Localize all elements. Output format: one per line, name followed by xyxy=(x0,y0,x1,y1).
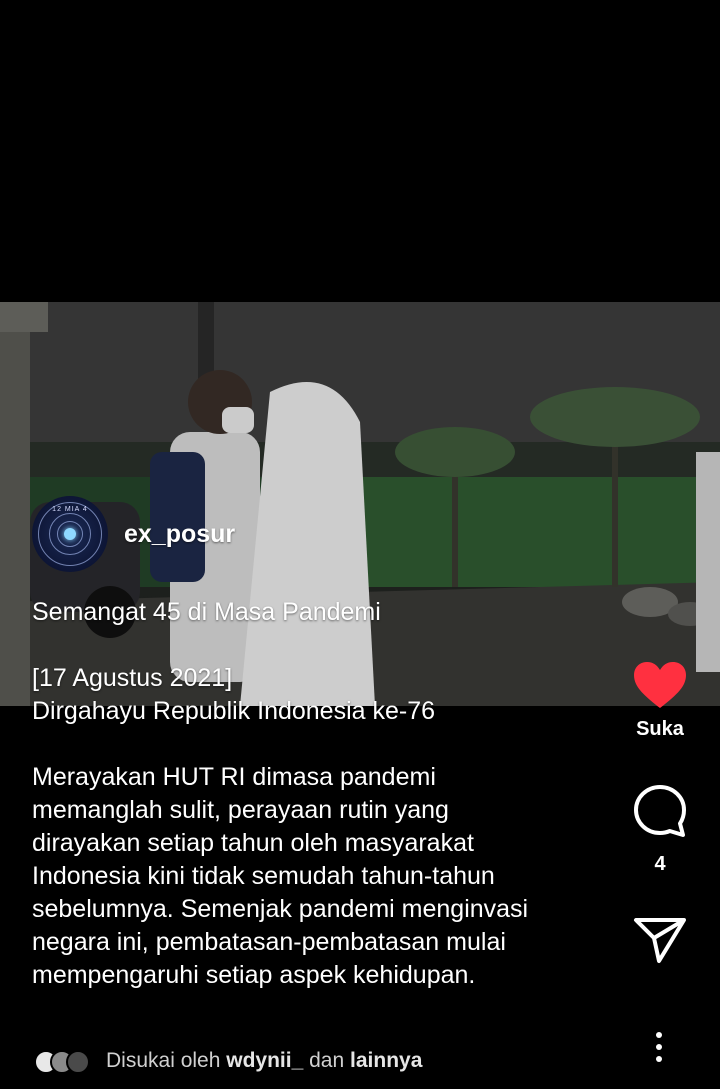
liker-avatar xyxy=(66,1050,90,1074)
caption-body-line: mempengaruhi setiap aspek kehidupan. xyxy=(32,961,476,989)
comment-icon[interactable] xyxy=(632,783,688,839)
liked-by-others[interactable]: lainnya xyxy=(350,1049,422,1073)
like-action[interactable]: Suka xyxy=(615,660,705,741)
more-vertical-icon[interactable] xyxy=(648,1032,672,1064)
post-caption: Semangat 45 di Masa Pandemi [17 Agustus … xyxy=(32,596,612,992)
comment-action[interactable]: 4 xyxy=(615,783,705,876)
caption-title: Semangat 45 di Masa Pandemi xyxy=(32,598,381,626)
more-dot xyxy=(656,1032,662,1038)
liked-by-prefix: Disukai oleh xyxy=(106,1049,221,1072)
caption-body-line: negara ini, pembatasan-pembatasan mulai xyxy=(32,928,506,956)
caption-subtitle: Dirgahayu Republik Indonesia ke-76 xyxy=(32,697,436,725)
avatar-center-dot xyxy=(64,528,76,540)
share-action[interactable] xyxy=(615,916,705,964)
account-row[interactable]: 12 MIA 4 ex_posur xyxy=(32,494,235,574)
action-bar: Suka 4 xyxy=(615,660,705,964)
caption-date: [17 Agustus 2021] xyxy=(32,664,233,692)
liked-by-row[interactable]: Disukai oleh wdynii_ dan lainnya xyxy=(34,1047,422,1075)
share-icon[interactable] xyxy=(633,916,687,964)
caption-body-line: memanglah sulit, perayaan rutin yang xyxy=(32,796,449,824)
avatar[interactable]: 12 MIA 4 xyxy=(32,496,108,572)
caption-body-line: dirayakan setiap tahun oleh masyarakat xyxy=(32,829,474,857)
more-dot xyxy=(656,1044,662,1050)
avatar-logo-text: 12 MIA 4 xyxy=(52,506,88,513)
caption-body-line: Indonesia kini tidak semudah tahun-tahun xyxy=(32,862,495,890)
like-label: Suka xyxy=(636,718,684,740)
heart-icon[interactable] xyxy=(632,660,688,710)
liked-by-connector: dan xyxy=(309,1049,345,1072)
liker-avatars xyxy=(34,1049,94,1074)
more-dot xyxy=(656,1056,662,1062)
username[interactable]: ex_posur xyxy=(124,520,235,549)
liked-by-user[interactable]: wdynii_ xyxy=(226,1049,303,1073)
comment-count: 4 xyxy=(654,853,666,875)
caption-body-line: Merayakan HUT RI dimasa pandemi xyxy=(32,763,436,791)
caption-body-line: sebelumnya. Semenjak pandemi menginvasi xyxy=(32,895,529,923)
